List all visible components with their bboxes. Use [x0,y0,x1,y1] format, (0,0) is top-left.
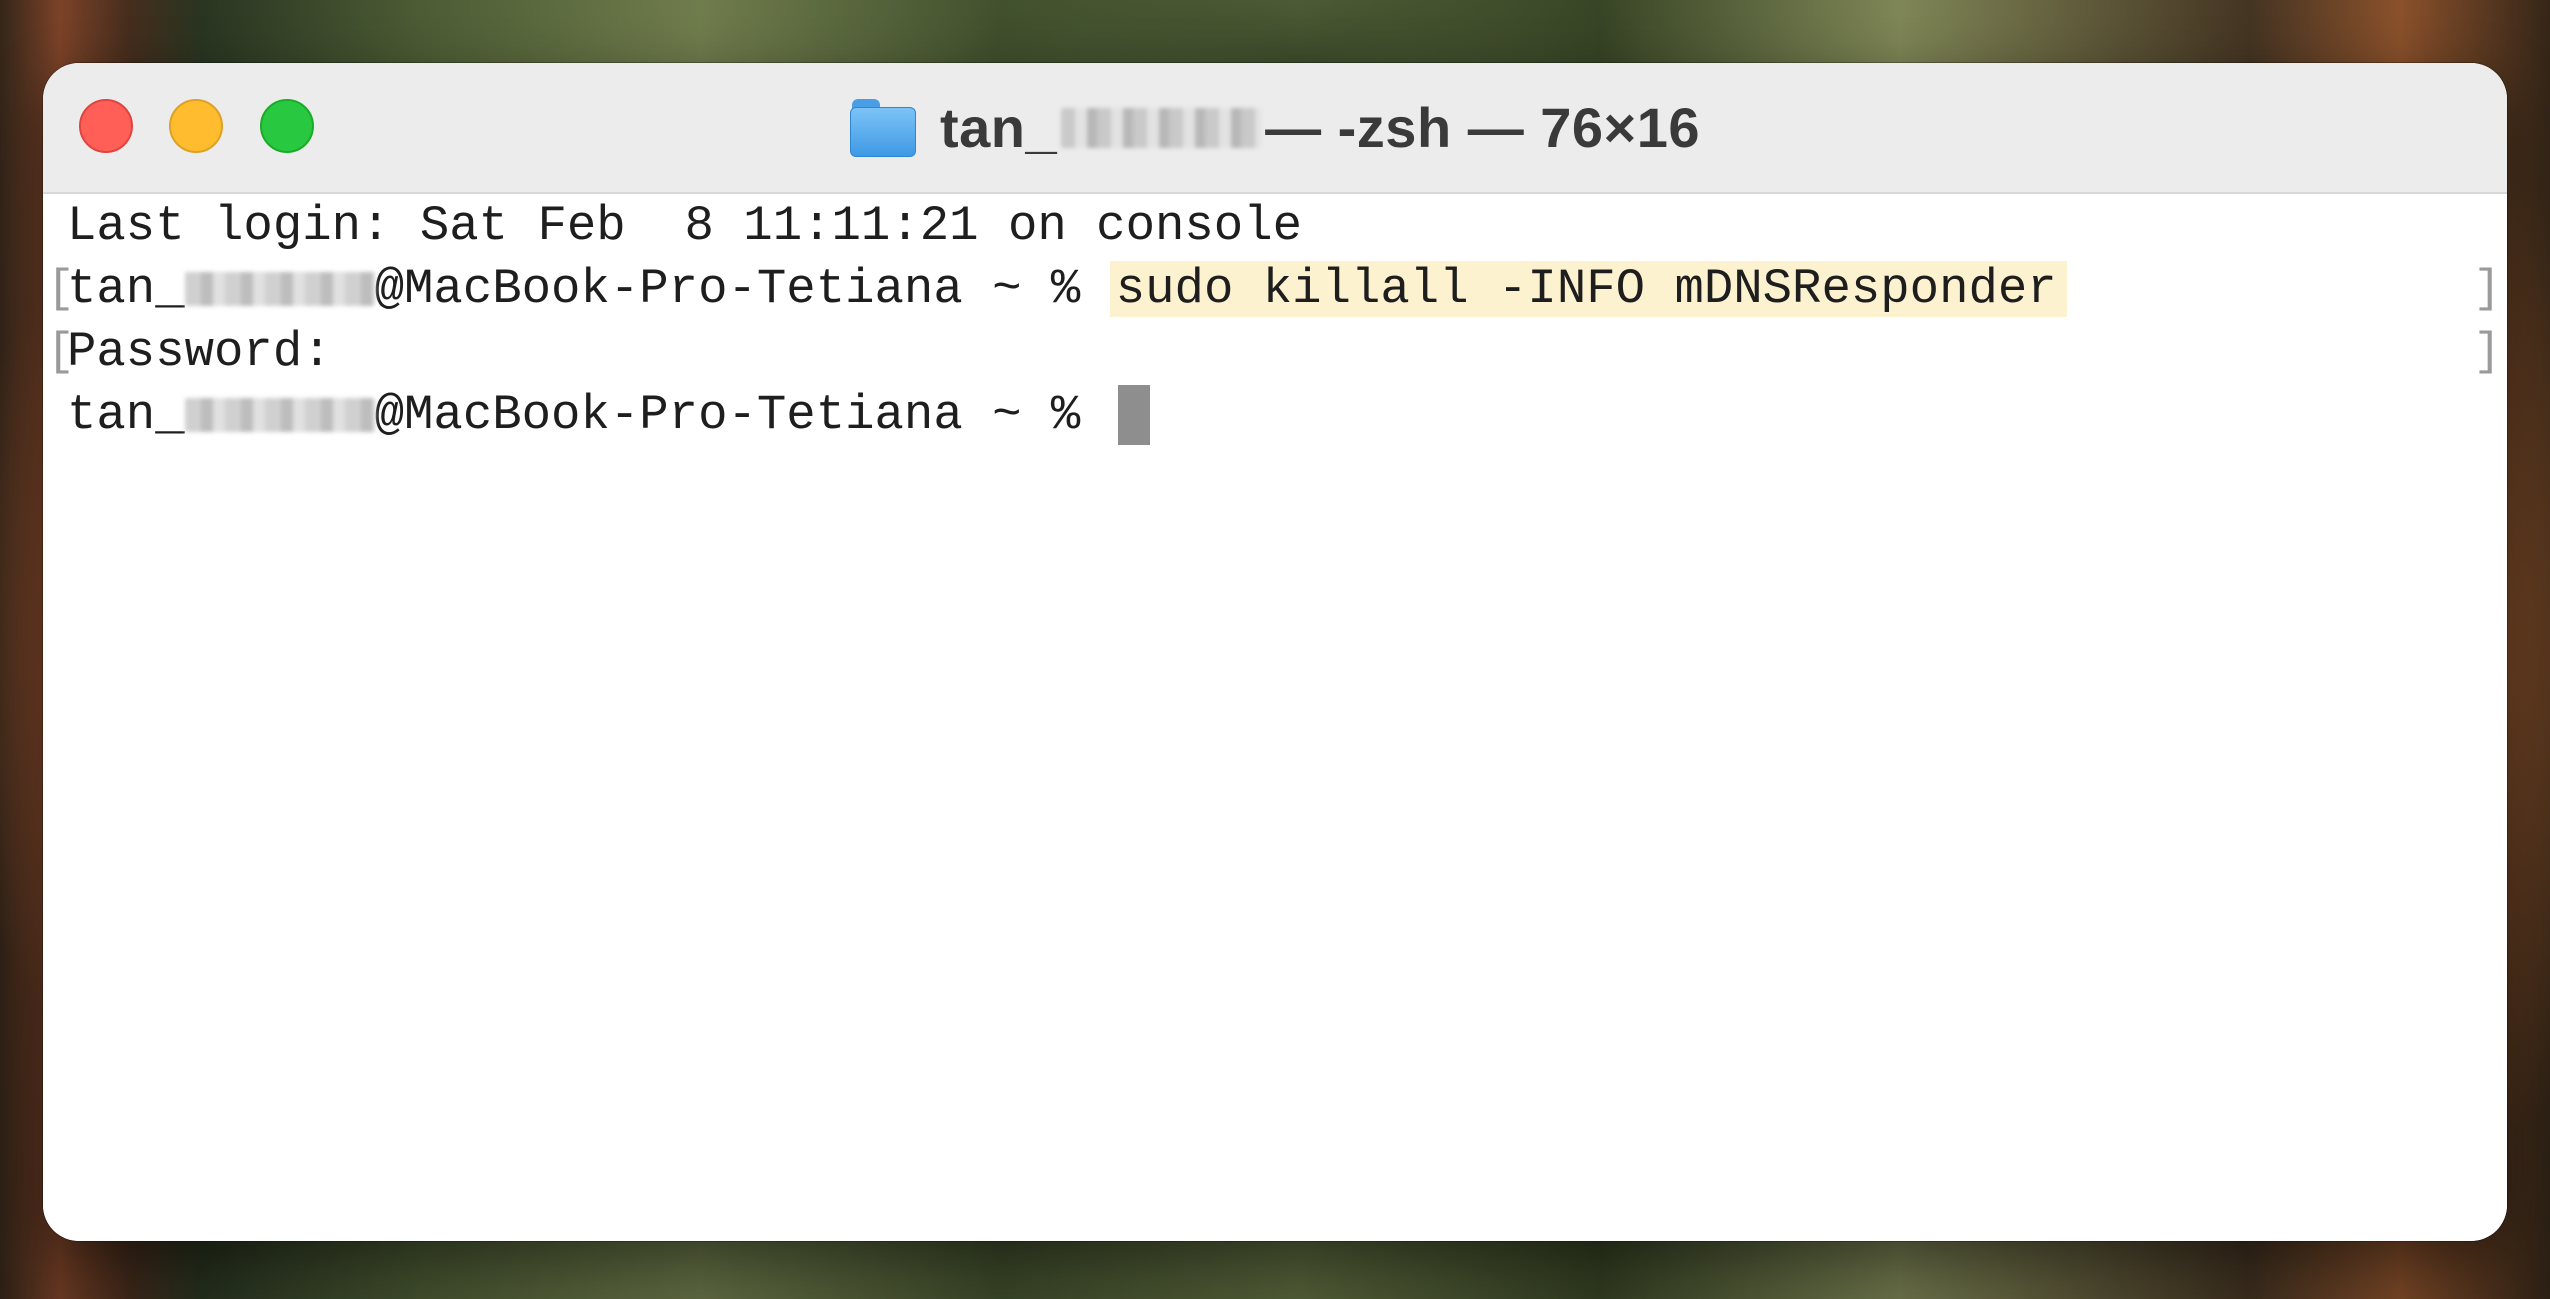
command-text: sudo killall -INFO mDNSResponder [1109,261,2067,317]
prompt-line-current: tan_ @MacBook-Pro-Tetiana ~ % [67,384,1150,446]
redacted-username [184,272,375,307]
prompt-user-prefix: tan_ [67,387,185,443]
window-title-user-prefix: tan_ [939,96,1058,159]
redacted-username [1061,107,1262,148]
text-cursor[interactable] [1117,385,1150,446]
mark-bracket-close: ] [2473,326,2501,378]
prompt-host: @MacBook-Pro-Tetiana ~ % [374,261,1110,317]
terminal-content[interactable]: Last login: Sat Feb 8 11:11:21 on consol… [43,194,2507,1241]
folder-icon [849,98,916,157]
terminal-window[interactable]: tan_ — -zsh — 76×16 Last login: Sat Feb … [43,63,2507,1241]
redacted-username [184,398,375,433]
title-bar[interactable]: tan_ — -zsh — 76×16 [43,63,2507,194]
window-title-suffix: — -zsh — 76×16 [1265,96,1701,159]
last-login-line: Last login: Sat Feb 8 11:11:21 on consol… [67,198,1303,254]
prompt-user-prefix: tan_ [67,261,185,317]
window-title: tan_ — -zsh — 76×16 [43,63,2507,192]
mark-bracket-close: ] [2473,263,2501,315]
prompt-line-command: tan_ @MacBook-Pro-Tetiana ~ % sudo killal… [67,258,2067,320]
password-prompt: Password: [67,324,332,380]
prompt-host: @MacBook-Pro-Tetiana ~ % [374,387,1110,443]
